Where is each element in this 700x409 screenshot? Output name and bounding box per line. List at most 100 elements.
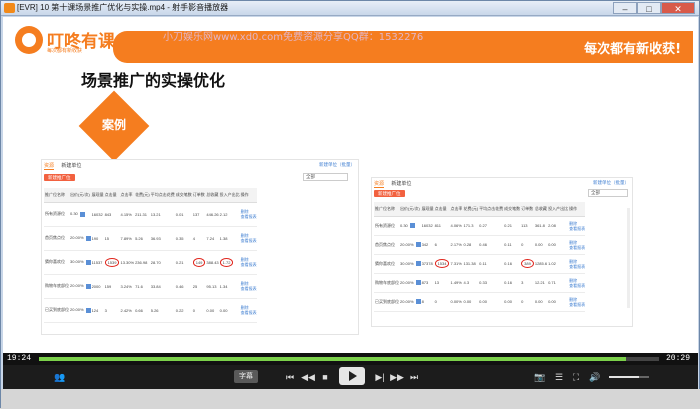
fullscreen-icon[interactable]: ⛶ <box>570 370 582 384</box>
playlist-icon[interactable]: ☰ <box>553 370 565 384</box>
view-report-link[interactable]: 查看报表 <box>241 310 257 315</box>
title-bar[interactable]: [EVR] 10 第十课场景推广优化与实操.mp4 - 射手影音播放器 – □ … <box>1 1 699 16</box>
cell-actions: 删除 查看报表 <box>568 292 586 312</box>
cell-name: 购物车底部位 <box>374 273 399 293</box>
cell-value: 0.00 <box>534 242 543 247</box>
cell-value: 0.30 <box>70 211 78 217</box>
cell-roi: 2.08 <box>547 216 569 236</box>
table-row: 猜你喜欢位 30.00% 11537 1539 13.30% 236.98 28.70 0.2… <box>44 250 257 275</box>
cell-deals: 0.35 <box>174 226 192 251</box>
cell-value: 所有资源位 <box>45 211 65 216</box>
edit-bid-icon[interactable] <box>79 211 85 217</box>
view-report-link[interactable]: 查看报表 <box>569 283 585 288</box>
minimize-button[interactable]: – <box>613 2 637 14</box>
cell-orders: 113 <box>520 216 534 236</box>
edit-bid-icon[interactable] <box>85 235 91 241</box>
window-title: [EVR] 10 第十课场景推广优化与实操.mp4 - 射手影音播放器 <box>17 3 229 12</box>
table-row: 首页焦点位 20.00% 342 6 2.17% 0.28 0.46 0.11 0 0.00 0.0… <box>374 235 586 255</box>
cell-cpc: 0.00 <box>478 292 504 312</box>
cell-actions: 删除 查看报表 <box>568 273 586 293</box>
edit-bid-icon[interactable] <box>409 223 415 229</box>
volume-slider[interactable] <box>609 376 649 378</box>
cell-bid: 20.00% <box>399 292 421 312</box>
step-forward-icon[interactable]: ▶| <box>373 370 387 384</box>
cell-favs: 7.24 <box>205 226 219 251</box>
edit-bid-icon[interactable] <box>85 259 91 265</box>
tab-new-unit[interactable]: 新建单位 <box>391 180 411 187</box>
cell-value: 30.00% <box>70 259 84 265</box>
cell-roi: 1.38 <box>218 226 240 251</box>
edit-bid-icon[interactable] <box>415 299 421 305</box>
cell-value: 0.00 <box>534 299 543 304</box>
cell-value: 首页焦点位 <box>45 235 65 240</box>
cell-cost: 71.6 <box>134 274 150 299</box>
view-report-link[interactable]: 查看报表 <box>569 226 585 231</box>
tab-resources[interactable]: 资源 <box>44 162 55 170</box>
cell-cpc: 0.46 <box>478 235 504 255</box>
column-header: 点击率 <box>449 202 463 217</box>
close-button[interactable]: ✕ <box>661 2 695 14</box>
prev-chapter-icon[interactable]: ⏮ <box>283 370 297 384</box>
seek-bar[interactable] <box>39 357 659 361</box>
table-scrollbar[interactable] <box>627 208 630 308</box>
table-row: 购物车底部位 20.00% 2000 159 3.24% 71.6 33.84 0.46 25 9… <box>44 274 257 299</box>
tab-new-unit[interactable]: 新建单位 <box>61 162 81 169</box>
view-report-link[interactable]: 查看报表 <box>241 286 257 291</box>
cell-value: 猜你喜欢位 <box>45 259 65 264</box>
tab-resources[interactable]: 资源 <box>374 180 385 188</box>
view-report-link[interactable]: 查看报表 <box>569 245 585 250</box>
subtitle-button[interactable]: 字幕 <box>234 370 258 383</box>
cell-bid: 30.00% <box>69 250 91 275</box>
edit-bid-icon[interactable] <box>85 283 91 289</box>
volume-icon[interactable]: 🔊 <box>588 370 602 384</box>
cell-value: 0.22 <box>175 307 184 313</box>
view-report-link[interactable]: 查看报表 <box>241 238 257 243</box>
cell-value: 171.3 <box>463 223 474 228</box>
play-button[interactable] <box>339 367 365 385</box>
panel-tabs: 资源 新建单位 <box>374 180 417 188</box>
view-report-link[interactable]: 查看报表 <box>241 262 257 267</box>
edit-bid-icon[interactable] <box>85 307 91 313</box>
cell-value: 0 <box>434 299 437 304</box>
filter-select[interactable]: 全部 <box>588 189 628 197</box>
screenshot-icon[interactable]: 📷 <box>533 370 547 384</box>
add-placement-button[interactable]: 新建推广位 <box>374 190 405 197</box>
cell-value: 所有资源位 <box>375 222 395 228</box>
cell-deals: 0.11 <box>503 235 521 255</box>
edit-bid-icon[interactable] <box>415 261 421 267</box>
rewind-icon[interactable]: ◀◀ <box>300 370 316 384</box>
user-icon[interactable]: 👥 <box>51 370 69 384</box>
cell-value: 361.8 <box>534 223 545 228</box>
edit-bid-icon[interactable] <box>415 242 421 248</box>
cell-orders: 137 <box>191 202 206 227</box>
cell-value: 446.26 <box>206 211 219 217</box>
cell-favs: 12.21 <box>533 273 548 293</box>
batch-link[interactable]: 新建单位（批量） <box>593 180 629 186</box>
cell-ctr: 0.00% <box>449 292 463 312</box>
cell-roi: 0.71 <box>547 273 569 293</box>
cell-value: 3.24% <box>120 283 132 289</box>
video-frame[interactable]: 叮咚有课 每次都有新收获 每次都有新收获! 小刀娱乐网www.xd0.com免费… <box>3 17 698 353</box>
cell-value: 2.17% <box>450 242 462 247</box>
cell-cost: 5.26 <box>134 226 150 251</box>
add-placement-button[interactable]: 新建推广位 <box>44 174 75 181</box>
view-report-link[interactable]: 查看报表 <box>569 264 585 269</box>
view-report-link[interactable]: 查看报表 <box>241 214 257 219</box>
cell-roi: 2.12 <box>218 202 240 227</box>
cell-impressions: 8 <box>420 292 434 312</box>
stop-icon[interactable]: ■ <box>319 370 331 384</box>
edit-bid-icon[interactable] <box>415 280 421 286</box>
maximize-button[interactable]: □ <box>637 2 661 14</box>
fast-forward-icon[interactable]: ▶▶ <box>389 370 405 384</box>
cell-value: 0.16 <box>504 261 512 266</box>
view-report-link[interactable]: 查看报表 <box>569 302 585 307</box>
next-chapter-icon[interactable]: ⏭ <box>407 370 421 384</box>
time-total: 20:29 <box>666 354 691 363</box>
seek-bar-fill <box>39 357 627 361</box>
cell-value: 0 <box>192 307 195 313</box>
cell-value: 843 <box>104 211 112 217</box>
batch-link[interactable]: 新建单位（批量） <box>319 162 355 168</box>
cell-deals: 0.46 <box>174 274 192 299</box>
column-header: 平均点击花费 <box>149 188 175 203</box>
filter-select[interactable]: 全部 <box>303 173 348 181</box>
